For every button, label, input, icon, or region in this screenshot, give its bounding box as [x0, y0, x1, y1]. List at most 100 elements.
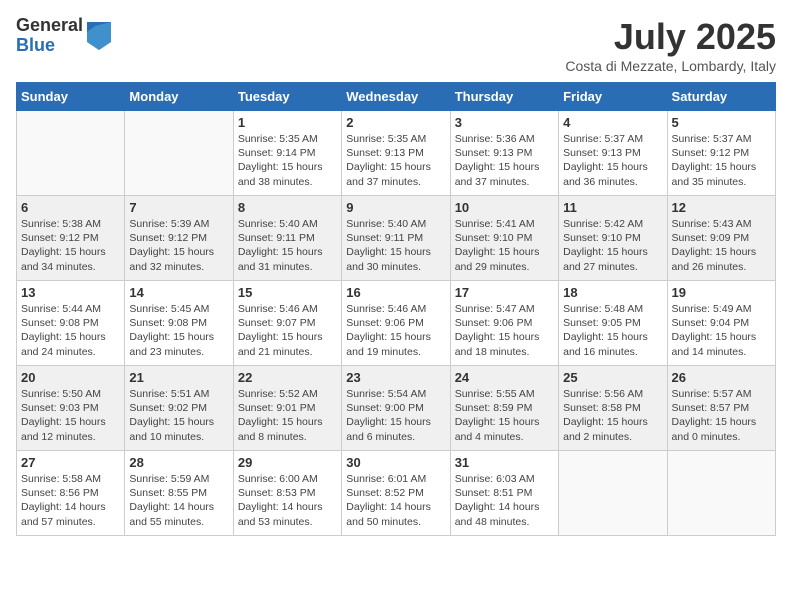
- day-info: Sunrise: 5:59 AM Sunset: 8:55 PM Dayligh…: [129, 472, 228, 529]
- day-number: 20: [21, 370, 120, 385]
- calendar-cell: 15 Sunrise: 5:46 AM Sunset: 9:07 PM Dayli…: [233, 281, 341, 366]
- page-header: General Blue July 2025 Costa di Mezzate,…: [16, 16, 776, 74]
- day-number: 6: [21, 200, 120, 215]
- day-number: 27: [21, 455, 120, 470]
- day-info: Sunrise: 5:37 AM Sunset: 9:12 PM Dayligh…: [672, 132, 771, 189]
- calendar-cell: 10Sunrise: 5:41 AM Sunset: 9:10 PM Dayli…: [450, 196, 558, 281]
- calendar-cell: 31 Sunrise: 6:03 AM Sunset: 8:51 PM Dayli…: [450, 451, 558, 536]
- logo-blue-text: Blue: [16, 36, 83, 56]
- calendar-cell: 11 Sunrise: 5:42 AM Sunset: 9:10 PM Dayli…: [559, 196, 667, 281]
- calendar-cell: 5Sunrise: 5:37 AM Sunset: 9:12 PM Daylig…: [667, 111, 775, 196]
- calendar-cell: 2 Sunrise: 5:35 AM Sunset: 9:13 PM Daylig…: [342, 111, 450, 196]
- day-number: 15: [238, 285, 337, 300]
- calendar-cell: 17Sunrise: 5:47 AM Sunset: 9:06 PM Dayli…: [450, 281, 558, 366]
- day-info: Sunrise: 5:37 AM Sunset: 9:13 PM Dayligh…: [563, 132, 662, 189]
- day-number: 24: [455, 370, 554, 385]
- day-number: 11: [563, 200, 662, 215]
- day-info: Sunrise: 5:50 AM Sunset: 9:03 PM Dayligh…: [21, 387, 120, 444]
- calendar-cell: 18 Sunrise: 5:48 AM Sunset: 9:05 PM Dayli…: [559, 281, 667, 366]
- weekday-header: Sunday: [17, 83, 125, 111]
- day-number: 22: [238, 370, 337, 385]
- title-area: July 2025 Costa di Mezzate, Lombardy, It…: [565, 16, 776, 74]
- day-info: Sunrise: 5:39 AM Sunset: 9:12 PM Dayligh…: [129, 217, 228, 274]
- day-info: Sunrise: 6:03 AM Sunset: 8:51 PM Dayligh…: [455, 472, 554, 529]
- day-number: 8: [238, 200, 337, 215]
- day-info: Sunrise: 6:00 AM Sunset: 8:53 PM Dayligh…: [238, 472, 337, 529]
- day-number: 13: [21, 285, 120, 300]
- calendar-cell: 24 Sunrise: 5:55 AM Sunset: 8:59 PM Dayli…: [450, 366, 558, 451]
- calendar-cell: [17, 111, 125, 196]
- day-number: 19: [672, 285, 771, 300]
- day-number: 18: [563, 285, 662, 300]
- day-info: Sunrise: 5:57 AM Sunset: 8:57 PM Dayligh…: [672, 387, 771, 444]
- day-info: Sunrise: 5:38 AM Sunset: 9:12 PM Dayligh…: [21, 217, 120, 274]
- day-info: Sunrise: 5:43 AM Sunset: 9:09 PM Dayligh…: [672, 217, 771, 274]
- calendar-cell: 29 Sunrise: 6:00 AM Sunset: 8:53 PM Dayli…: [233, 451, 341, 536]
- day-info: Sunrise: 5:36 AM Sunset: 9:13 PM Dayligh…: [455, 132, 554, 189]
- calendar-cell: [125, 111, 233, 196]
- day-info: Sunrise: 5:49 AM Sunset: 9:04 PM Dayligh…: [672, 302, 771, 359]
- weekday-header: Friday: [559, 83, 667, 111]
- day-info: Sunrise: 5:46 AM Sunset: 9:06 PM Dayligh…: [346, 302, 445, 359]
- calendar-cell: 22Sunrise: 5:52 AM Sunset: 9:01 PM Dayli…: [233, 366, 341, 451]
- day-number: 16: [346, 285, 445, 300]
- calendar-cell: 13 Sunrise: 5:44 AM Sunset: 9:08 PM Dayli…: [17, 281, 125, 366]
- calendar-cell: 12 Sunrise: 5:43 AM Sunset: 9:09 PM Dayli…: [667, 196, 775, 281]
- day-info: Sunrise: 5:45 AM Sunset: 9:08 PM Dayligh…: [129, 302, 228, 359]
- calendar-cell: 14Sunrise: 5:45 AM Sunset: 9:08 PM Dayli…: [125, 281, 233, 366]
- location-subtitle: Costa di Mezzate, Lombardy, Italy: [565, 58, 776, 74]
- calendar-cell: [667, 451, 775, 536]
- day-number: 28: [129, 455, 228, 470]
- day-info: Sunrise: 5:44 AM Sunset: 9:08 PM Dayligh…: [21, 302, 120, 359]
- day-info: Sunrise: 5:55 AM Sunset: 8:59 PM Dayligh…: [455, 387, 554, 444]
- day-info: Sunrise: 5:46 AM Sunset: 9:07 PM Dayligh…: [238, 302, 337, 359]
- day-number: 4: [563, 115, 662, 130]
- day-info: Sunrise: 5:47 AM Sunset: 9:06 PM Dayligh…: [455, 302, 554, 359]
- calendar-week-row: 1 Sunrise: 5:35 AM Sunset: 9:14 PM Daylig…: [17, 111, 776, 196]
- day-number: 25: [563, 370, 662, 385]
- day-info: Sunrise: 5:56 AM Sunset: 8:58 PM Dayligh…: [563, 387, 662, 444]
- day-number: 2: [346, 115, 445, 130]
- calendar-cell: 28 Sunrise: 5:59 AM Sunset: 8:55 PM Dayli…: [125, 451, 233, 536]
- calendar-week-row: 6 Sunrise: 5:38 AM Sunset: 9:12 PM Daylig…: [17, 196, 776, 281]
- day-number: 29: [238, 455, 337, 470]
- day-number: 9: [346, 200, 445, 215]
- weekday-header-row: SundayMondayTuesdayWednesdayThursdayFrid…: [17, 83, 776, 111]
- weekday-header: Thursday: [450, 83, 558, 111]
- calendar-cell: 8 Sunrise: 5:40 AM Sunset: 9:11 PM Daylig…: [233, 196, 341, 281]
- day-info: Sunrise: 5:35 AM Sunset: 9:13 PM Dayligh…: [346, 132, 445, 189]
- day-info: Sunrise: 5:54 AM Sunset: 9:00 PM Dayligh…: [346, 387, 445, 444]
- calendar-cell: 6 Sunrise: 5:38 AM Sunset: 9:12 PM Daylig…: [17, 196, 125, 281]
- weekday-header: Monday: [125, 83, 233, 111]
- day-number: 10: [455, 200, 554, 215]
- calendar-cell: 27Sunrise: 5:58 AM Sunset: 8:56 PM Dayli…: [17, 451, 125, 536]
- calendar-cell: [559, 451, 667, 536]
- day-number: 26: [672, 370, 771, 385]
- calendar-cell: 3Sunrise: 5:36 AM Sunset: 9:13 PM Daylig…: [450, 111, 558, 196]
- day-info: Sunrise: 5:42 AM Sunset: 9:10 PM Dayligh…: [563, 217, 662, 274]
- logo-icon: [87, 22, 111, 50]
- month-title: July 2025: [565, 16, 776, 58]
- day-number: 21: [129, 370, 228, 385]
- day-info: Sunrise: 5:48 AM Sunset: 9:05 PM Dayligh…: [563, 302, 662, 359]
- calendar-cell: 9Sunrise: 5:40 AM Sunset: 9:11 PM Daylig…: [342, 196, 450, 281]
- day-info: Sunrise: 5:40 AM Sunset: 9:11 PM Dayligh…: [238, 217, 337, 274]
- calendar-week-row: 13 Sunrise: 5:44 AM Sunset: 9:08 PM Dayli…: [17, 281, 776, 366]
- day-info: Sunrise: 6:01 AM Sunset: 8:52 PM Dayligh…: [346, 472, 445, 529]
- calendar-table: SundayMondayTuesdayWednesdayThursdayFrid…: [16, 82, 776, 536]
- calendar-cell: 16 Sunrise: 5:46 AM Sunset: 9:06 PM Dayli…: [342, 281, 450, 366]
- day-info: Sunrise: 5:35 AM Sunset: 9:14 PM Dayligh…: [238, 132, 337, 189]
- calendar-cell: 1 Sunrise: 5:35 AM Sunset: 9:14 PM Daylig…: [233, 111, 341, 196]
- day-number: 31: [455, 455, 554, 470]
- day-number: 12: [672, 200, 771, 215]
- calendar-week-row: 27Sunrise: 5:58 AM Sunset: 8:56 PM Dayli…: [17, 451, 776, 536]
- day-number: 1: [238, 115, 337, 130]
- weekday-header: Tuesday: [233, 83, 341, 111]
- day-number: 30: [346, 455, 445, 470]
- calendar-cell: 30 Sunrise: 6:01 AM Sunset: 8:52 PM Dayli…: [342, 451, 450, 536]
- calendar-cell: 21Sunrise: 5:51 AM Sunset: 9:02 PM Dayli…: [125, 366, 233, 451]
- weekday-header: Wednesday: [342, 83, 450, 111]
- calendar-cell: 7 Sunrise: 5:39 AM Sunset: 9:12 PM Daylig…: [125, 196, 233, 281]
- day-number: 7: [129, 200, 228, 215]
- calendar-cell: 4 Sunrise: 5:37 AM Sunset: 9:13 PM Daylig…: [559, 111, 667, 196]
